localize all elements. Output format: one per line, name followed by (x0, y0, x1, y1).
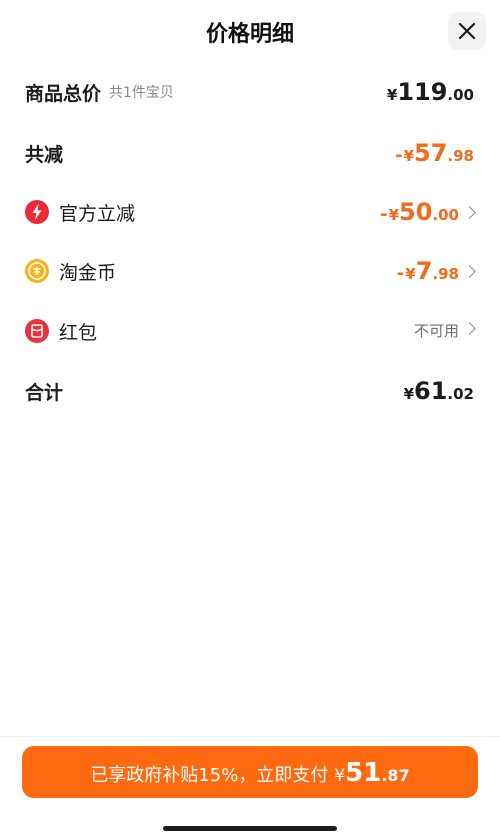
chevron-right-icon (463, 322, 476, 335)
total-discount-label: 共减 (25, 143, 64, 166)
total-discount-integer: 57 (414, 139, 448, 167)
currency-symbol: ¥ (388, 206, 400, 224)
official-discount-label: 官方立减 (59, 202, 136, 225)
row-total-discount: 共减 - ¥ 57 .98 (0, 131, 500, 175)
currency-symbol: ¥ (334, 766, 346, 786)
pay-button-label: 已享政府补贴15%，立即支付 (90, 765, 329, 786)
close-icon (458, 22, 476, 40)
total-discount-decimal: .98 (447, 147, 474, 165)
row-sum: 合计 ¥ 61 .02 (0, 369, 500, 413)
row-official-discount[interactable]: 官方立减 - ¥ 50 .00 (0, 190, 500, 234)
red-packet-label: 红包 (59, 321, 98, 344)
red-packet-icon (25, 319, 49, 343)
total-price-integer: 119 (397, 78, 448, 106)
chevron-right-icon (463, 265, 476, 278)
row-taojin-coin[interactable]: 淘金币 - ¥ 7 .98 (0, 249, 500, 293)
page-title: 价格明细 (205, 22, 294, 47)
pay-amount-decimal: .87 (381, 766, 410, 785)
pay-button[interactable]: 已享政府补贴15%，立即支付 ¥ 51 .87 (22, 746, 478, 798)
total-price-decimal: .00 (447, 86, 474, 104)
footer-divider (0, 736, 500, 737)
red-packet-status: 不可用 (413, 322, 459, 340)
sum-integer: 61 (414, 377, 448, 405)
minus-sign: - (396, 263, 405, 284)
taojin-coin-label: 淘金币 (59, 261, 117, 284)
official-discount-decimal: .00 (432, 206, 459, 224)
sum-label: 合计 (25, 381, 64, 404)
coin-icon (25, 259, 49, 283)
total-price-label: 商品总价 (25, 82, 102, 105)
official-discount-integer: 50 (399, 198, 433, 226)
currency-symbol: ¥ (403, 385, 415, 403)
chevron-right-icon (463, 206, 476, 219)
currency-symbol: ¥ (386, 86, 398, 104)
taojin-coin-decimal: .98 (432, 265, 459, 283)
close-button[interactable] (448, 12, 486, 50)
home-indicator (163, 826, 337, 831)
sum-decimal: .02 (447, 385, 474, 403)
header: 价格明细 (0, 0, 500, 62)
row-total-price: 商品总价 共1件宝贝 ¥ 119 .00 (0, 70, 500, 114)
currency-symbol: ¥ (403, 147, 415, 165)
row-red-packet[interactable]: 红包 不可用 (0, 309, 500, 353)
item-count: 共1件宝贝 (109, 85, 174, 101)
taojin-coin-integer: 7 (415, 257, 433, 285)
pay-amount-integer: 51 (345, 758, 382, 788)
lightning-icon (25, 200, 49, 224)
minus-sign: - (395, 145, 403, 166)
currency-symbol: ¥ (405, 265, 416, 283)
minus-sign: - (380, 204, 388, 225)
